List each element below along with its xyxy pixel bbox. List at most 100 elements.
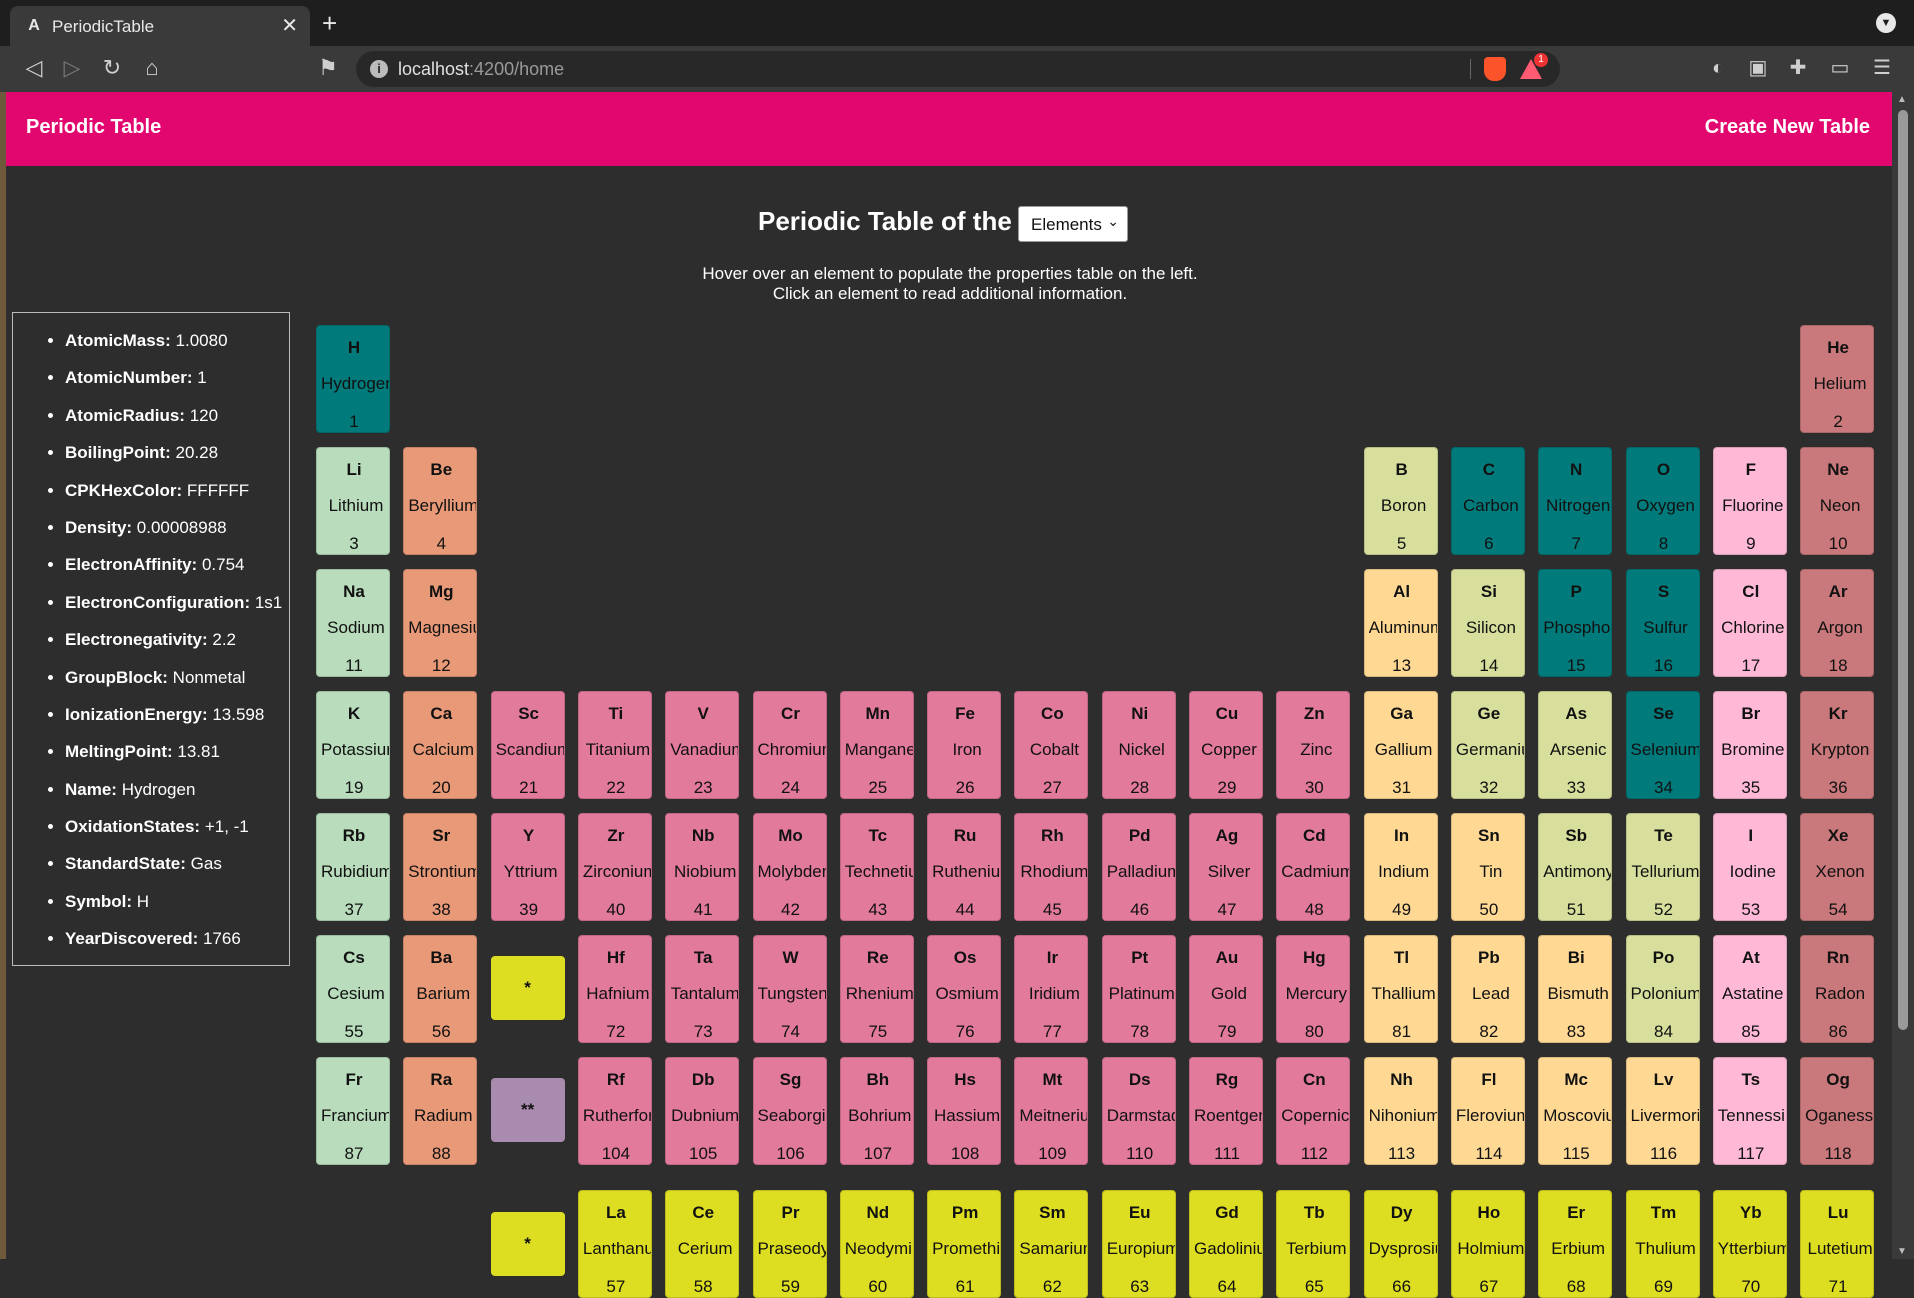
element-bh[interactable]: Bh Bohrium 107 xyxy=(839,1057,914,1165)
element-ho[interactable]: Ho Holmium 67 xyxy=(1450,1190,1525,1298)
home-icon[interactable]: ⌂ xyxy=(138,55,166,81)
element-rf[interactable]: Rf Rutherfordium 104 xyxy=(577,1057,652,1165)
element-h[interactable]: H Hydrogen 1 xyxy=(316,325,390,433)
element-pr[interactable]: Pr Praseodymium 59 xyxy=(752,1190,827,1298)
element-tc[interactable]: Tc Technetium 43 xyxy=(839,813,914,921)
element-lv[interactable]: Lv Livermorium 116 xyxy=(1625,1057,1700,1165)
element-pd[interactable]: Pd Palladium 46 xyxy=(1101,813,1176,921)
element-s[interactable]: S Sulfur 16 xyxy=(1625,569,1700,677)
element-tb[interactable]: Tb Terbium 65 xyxy=(1276,1190,1351,1298)
element-hg[interactable]: Hg Mercury 80 xyxy=(1276,935,1351,1043)
element-li[interactable]: Li Lithium 3 xyxy=(316,447,390,555)
scroll-up-icon[interactable]: ▲ xyxy=(1897,94,1907,105)
element-be[interactable]: Be Beryllium 4 xyxy=(403,447,478,555)
element-db[interactable]: Db Dubnium 105 xyxy=(665,1057,740,1165)
element-yb[interactable]: Yb Ytterbium 70 xyxy=(1712,1190,1787,1298)
extension-icon[interactable]: ◐ xyxy=(1706,56,1730,80)
back-icon[interactable]: ◁ xyxy=(20,55,48,81)
element-sr[interactable]: Sr Strontium 38 xyxy=(403,813,478,921)
element-ds[interactable]: Ds Darmstadtium 110 xyxy=(1101,1057,1176,1165)
page-scrollbar[interactable]: ▲ ▼ xyxy=(1892,92,1914,1259)
element-sn[interactable]: Sn Tin 50 xyxy=(1450,813,1525,921)
lanthanide-placeholder[interactable]: * xyxy=(490,956,565,1020)
element-kr[interactable]: Kr Krypton 36 xyxy=(1800,691,1875,799)
element-hs[interactable]: Hs Hassium 108 xyxy=(927,1057,1002,1165)
element-er[interactable]: Er Erbium 68 xyxy=(1538,1190,1613,1298)
element-nh[interactable]: Nh Nihonium 113 xyxy=(1363,1057,1438,1165)
lanthanide-placeholder[interactable]: * xyxy=(490,1212,565,1276)
element-ti[interactable]: Ti Titanium 22 xyxy=(577,691,652,799)
element-cn[interactable]: Cn Copernicium 112 xyxy=(1276,1057,1351,1165)
element-ni[interactable]: Ni Nickel 28 xyxy=(1101,691,1176,799)
element-lu[interactable]: Lu Lutetium 71 xyxy=(1800,1190,1875,1298)
element-k[interactable]: K Potassium 19 xyxy=(316,691,390,799)
element-ga[interactable]: Ga Gallium 31 xyxy=(1363,691,1438,799)
extension-shield-icon[interactable]: ▣ xyxy=(1746,56,1770,80)
element-pt[interactable]: Pt Platinum 78 xyxy=(1101,935,1176,1043)
element-au[interactable]: Au Gold 79 xyxy=(1189,935,1263,1043)
element-at[interactable]: At Astatine 85 xyxy=(1712,935,1787,1043)
element-rh[interactable]: Rh Rhodium 45 xyxy=(1014,813,1089,921)
element-w[interactable]: W Tungsten 74 xyxy=(752,935,827,1043)
element-bi[interactable]: Bi Bismuth 83 xyxy=(1538,935,1613,1043)
actinide-placeholder[interactable]: ** xyxy=(490,1078,565,1142)
element-ts[interactable]: Ts Tennessine 117 xyxy=(1712,1057,1787,1165)
element-xe[interactable]: Xe Xenon 54 xyxy=(1800,813,1875,921)
element-i[interactable]: I Iodine 53 xyxy=(1712,813,1787,921)
forward-icon[interactable]: ▷ xyxy=(58,55,86,81)
element-mg[interactable]: Mg Magnesium 12 xyxy=(403,569,478,677)
element-fr[interactable]: Fr Francium 87 xyxy=(316,1057,390,1165)
element-n[interactable]: N Nitrogen 7 xyxy=(1538,447,1613,555)
element-ge[interactable]: Ge Germanium 32 xyxy=(1450,691,1525,799)
element-ne[interactable]: Ne Neon 10 xyxy=(1800,447,1875,555)
element-ra[interactable]: Ra Radium 88 xyxy=(403,1057,478,1165)
element-ir[interactable]: Ir Iridium 77 xyxy=(1014,935,1089,1043)
element-y[interactable]: Y Yttrium 39 xyxy=(490,813,565,921)
element-cu[interactable]: Cu Copper 29 xyxy=(1189,691,1263,799)
element-si[interactable]: Si Silicon 14 xyxy=(1450,569,1525,677)
element-eu[interactable]: Eu Europium 63 xyxy=(1101,1190,1176,1298)
site-info-icon[interactable]: i xyxy=(370,60,388,78)
element-dy[interactable]: Dy Dysprosium 66 xyxy=(1363,1190,1438,1298)
element-sc[interactable]: Sc Scandium 21 xyxy=(490,691,565,799)
element-fe[interactable]: Fe Iron 26 xyxy=(927,691,1002,799)
element-br[interactable]: Br Bromine 35 xyxy=(1712,691,1787,799)
element-co[interactable]: Co Cobalt 27 xyxy=(1014,691,1089,799)
address-bar[interactable]: i localhost:4200/home 1 xyxy=(356,51,1560,87)
element-nb[interactable]: Nb Niobium 41 xyxy=(665,813,740,921)
element-v[interactable]: V Vanadium 23 xyxy=(665,691,740,799)
element-sb[interactable]: Sb Antimony 51 xyxy=(1538,813,1613,921)
element-rg[interactable]: Rg Roentgenium 111 xyxy=(1189,1057,1263,1165)
element-na[interactable]: Na Sodium 11 xyxy=(316,569,390,677)
element-nd[interactable]: Nd Neodymium 60 xyxy=(839,1190,914,1298)
element-f[interactable]: F Fluorine 9 xyxy=(1712,447,1787,555)
scroll-down-icon[interactable]: ▼ xyxy=(1897,1246,1907,1257)
element-te[interactable]: Te Tellurium 52 xyxy=(1625,813,1700,921)
element-ta[interactable]: Ta Tantalum 73 xyxy=(665,935,740,1043)
element-as[interactable]: As Arsenic 33 xyxy=(1538,691,1613,799)
element-ca[interactable]: Ca Calcium 20 xyxy=(403,691,478,799)
element-la[interactable]: La Lanthanum 57 xyxy=(577,1190,652,1298)
element-hf[interactable]: Hf Hafnium 72 xyxy=(577,935,652,1043)
app-brand[interactable]: Periodic Table xyxy=(26,116,161,139)
wallet-icon[interactable]: ▭ xyxy=(1828,56,1852,80)
element-zr[interactable]: Zr Zirconium 40 xyxy=(577,813,652,921)
element-rb[interactable]: Rb Rubidium 37 xyxy=(316,813,390,921)
element-ce[interactable]: Ce Cerium 58 xyxy=(665,1190,740,1298)
element-ar[interactable]: Ar Argon 18 xyxy=(1800,569,1875,677)
brave-shields-icon[interactable] xyxy=(1484,57,1506,81)
element-ag[interactable]: Ag Silver 47 xyxy=(1189,813,1263,921)
element-ru[interactable]: Ru Ruthenium 44 xyxy=(927,813,1002,921)
tab-search-icon[interactable]: ▼ xyxy=(1876,13,1896,33)
element-og[interactable]: Og Oganesson 118 xyxy=(1800,1057,1875,1165)
element-o[interactable]: O Oxygen 8 xyxy=(1625,447,1700,555)
element-gd[interactable]: Gd Gadolinium 64 xyxy=(1189,1190,1263,1298)
table-type-select[interactable]: Elements ⌄ xyxy=(1018,206,1128,242)
element-tm[interactable]: Tm Thulium 69 xyxy=(1625,1190,1700,1298)
element-sg[interactable]: Sg Seaborgium 106 xyxy=(752,1057,827,1165)
browser-tab[interactable]: A PeriodicTable ✕ xyxy=(10,6,310,46)
menu-icon[interactable]: ☰ xyxy=(1870,56,1894,80)
element-b[interactable]: B Boron 5 xyxy=(1363,447,1438,555)
element-fl[interactable]: Fl Flerovium 114 xyxy=(1450,1057,1525,1165)
element-cl[interactable]: Cl Chlorine 17 xyxy=(1712,569,1787,677)
